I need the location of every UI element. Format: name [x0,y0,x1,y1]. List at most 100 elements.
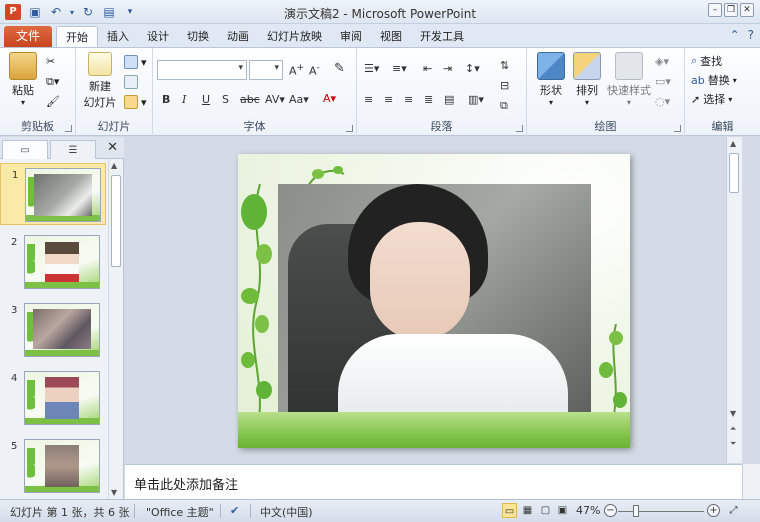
layout-icon[interactable]: ▾ [124,55,147,69]
tab-outline[interactable]: ☰ [50,140,96,159]
close-pane-icon[interactable]: ✕ [107,140,118,155]
font-size-combo[interactable] [249,60,283,80]
slide-thumbnail-4[interactable]: 4 [0,367,106,429]
slide-thumbnail-2[interactable]: 2 [0,231,106,293]
language[interactable]: 中文(中国) [260,504,313,520]
minimize-icon[interactable]: – [708,3,722,17]
italic-icon[interactable]: I [182,93,186,106]
copy-icon[interactable]: ⧉▾ [46,75,59,89]
fit-to-window-icon[interactable]: ⤢ [726,503,741,518]
align-text-icon[interactable]: ⊟ [500,79,509,92]
underline-icon[interactable]: U [202,93,210,106]
zoom-slider[interactable] [618,511,704,512]
new-slide-button[interactable]: 新建 幻灯片 [80,52,120,110]
customize-qat-icon[interactable]: ▾ [121,3,139,21]
cut-icon[interactable]: ✂ [46,55,55,68]
scroll-up-icon[interactable]: ▲ [730,139,736,148]
font-name-combo[interactable] [157,60,247,80]
paragraph-launcher-icon[interactable] [516,125,523,132]
tab-file[interactable]: 文件 [4,26,52,47]
tab-slides-thumbnails[interactable]: ▭ [2,140,48,159]
zoom-in-icon[interactable]: + [707,504,720,517]
slideshow-icon[interactable]: ▤ [100,3,118,21]
zoom-level[interactable]: 47% [576,504,600,517]
scroll-down-icon[interactable]: ▼ [730,409,736,418]
align-center-icon[interactable]: ≡ [384,93,393,106]
theme-name[interactable]: "Office 主题" [146,504,214,520]
slide-photo[interactable] [278,184,591,418]
save-icon[interactable]: ▣ [26,3,44,21]
shape-fill-icon[interactable]: ◈▾ [655,55,669,68]
smartart-icon[interactable]: ⧉ [500,99,508,113]
paste-button[interactable]: 粘贴 ▾ [6,52,40,107]
restore-icon[interactable]: ❐ [724,3,738,17]
distributed-icon[interactable]: ▤ [444,93,454,106]
font-launcher-icon[interactable] [346,125,353,132]
arrange-button[interactable]: 排列 ▾ [569,52,605,107]
line-spacing-icon[interactable]: ↕▾ [465,62,480,75]
shape-effects-icon[interactable]: ◌▾ [655,95,670,108]
font-color-icon[interactable]: A▾ [323,92,336,105]
shrink-font-icon[interactable]: A- [309,62,320,78]
spelling-check-icon[interactable]: ✔ [230,504,239,517]
zoom-slider-thumb[interactable] [632,505,639,517]
align-left-icon[interactable]: ≡ [364,93,373,106]
columns-icon[interactable]: ▥▾ [468,93,484,106]
tab-view[interactable]: 视图 [371,26,411,47]
shadow-icon[interactable]: S [222,93,229,106]
shapes-button[interactable]: 形状 ▾ [533,52,569,107]
strikethrough-icon[interactable]: abc [240,93,260,106]
find-button[interactable]: ⌕ 查找 [691,53,722,69]
tab-developer[interactable]: 开发工具 [411,26,473,47]
clipboard-launcher-icon[interactable] [65,125,72,132]
reset-icon[interactable] [124,75,138,89]
justify-icon[interactable]: ≣ [424,93,433,106]
redo-icon[interactable]: ↻ [79,3,97,21]
shape-outline-icon[interactable]: ▭▾ [655,75,671,88]
scroll-down-icon[interactable]: ▼ [111,488,117,497]
tab-design[interactable]: 设计 [138,26,178,47]
current-slide[interactable] [238,154,630,448]
select-button[interactable]: ➚ 选择 ▾ [691,91,732,107]
slides-pane-scrollbar[interactable]: ▲ ▼ [108,159,123,499]
previous-slide-icon[interactable]: ⏶ [730,424,736,434]
text-direction-icon[interactable]: ⇅ [500,59,509,72]
clear-format-icon[interactable]: ✎ [334,61,345,76]
undo-dropdown-icon[interactable]: ▾ [68,3,76,21]
drawing-launcher-icon[interactable] [674,125,681,132]
replace-button[interactable]: ab 替换 ▾ [691,72,737,88]
bold-icon[interactable]: B [162,93,170,106]
slide-sorter-icon[interactable]: ▦ [520,503,535,518]
reading-view-icon[interactable]: ▢ [538,503,553,518]
slide-thumbnail-3[interactable]: 3 [0,299,106,361]
powerpoint-logo-icon[interactable]: P [5,4,21,20]
collapse-ribbon-icon[interactable]: ⌃ [730,28,740,42]
decrease-indent-icon[interactable]: ⇤ [423,62,432,75]
numbering-icon[interactable]: ≡▾ [392,62,407,75]
editor-scrollbar[interactable]: ▲ ▼ ⏶ ⏷ [726,137,742,463]
tab-animations[interactable]: 动画 [218,26,258,47]
section-icon[interactable]: ▾ [124,95,147,109]
format-painter-icon[interactable]: 🖌 [46,95,60,108]
scroll-up-icon[interactable]: ▲ [111,161,117,170]
tab-slideshow[interactable]: 幻灯片放映 [258,26,331,47]
scrollbar-thumb[interactable] [111,175,121,267]
align-right-icon[interactable]: ≡ [404,93,413,106]
zoom-out-icon[interactable]: − [604,504,617,517]
tab-home[interactable]: 开始 [56,26,98,47]
undo-icon[interactable]: ↶ [47,3,65,21]
close-icon[interactable]: ✕ [740,3,754,17]
scrollbar-thumb[interactable] [729,153,739,193]
tab-insert[interactable]: 插入 [98,26,138,47]
char-spacing-icon[interactable]: AV▾ [265,93,285,106]
quick-styles-button[interactable]: 快速样式 ▾ [605,52,653,107]
notes-pane[interactable]: 单击此处添加备注 [125,464,742,499]
tab-transitions[interactable]: 切换 [178,26,218,47]
tab-review[interactable]: 审阅 [331,26,371,47]
grow-font-icon[interactable]: A+ [289,62,304,78]
slide-thumbnail-1[interactable]: 1 [0,163,106,225]
help-icon[interactable]: ? [748,28,754,42]
normal-view-icon[interactable]: ▭ [502,503,517,518]
slideshow-view-icon[interactable]: ▣ [555,503,570,518]
change-case-icon[interactable]: Aa▾ [289,93,309,106]
